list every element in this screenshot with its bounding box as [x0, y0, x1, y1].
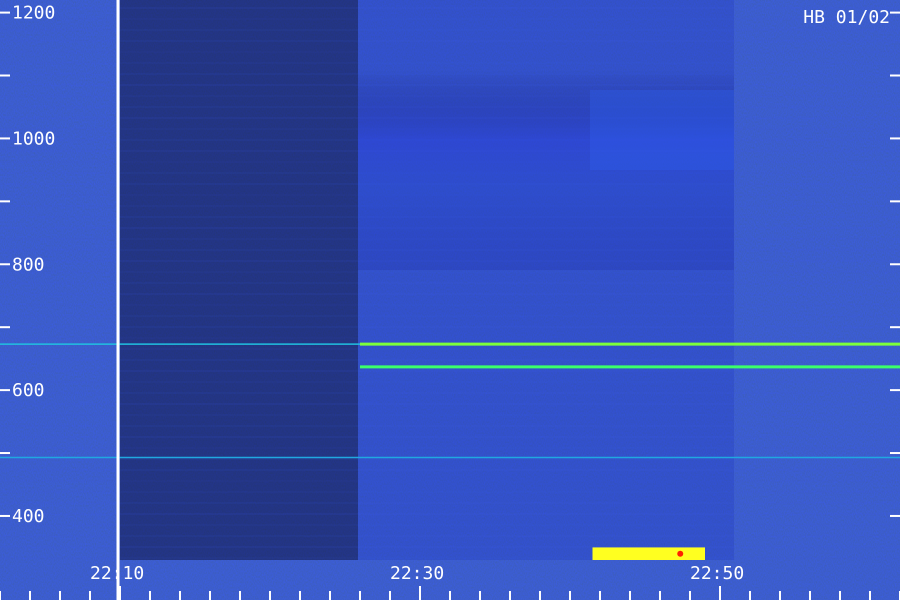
- spectrogram-chart: 400 600 800 1000 1200 22:10 22:30 22:50 HB 01/…: [0, 0, 900, 600]
- dark-segment: [120, 0, 358, 560]
- y-tick-label: 800: [12, 254, 45, 275]
- x-tick-label: 22:50: [690, 563, 744, 584]
- x-tick-label: 22:30: [390, 563, 444, 584]
- bright-region: [592, 547, 705, 560]
- y-tick-label: 400: [12, 506, 45, 527]
- x-tick-label: 22:10: [90, 563, 144, 584]
- bright-regions: [592, 547, 705, 560]
- y-tick-label: 1000: [12, 128, 55, 149]
- upper-emission-band-2: [590, 90, 734, 170]
- y-tick-label: 1200: [12, 3, 55, 24]
- y-tick-label: 600: [12, 380, 45, 401]
- peak-marker: [677, 550, 684, 557]
- chart-title: HB 01/02: [803, 7, 890, 28]
